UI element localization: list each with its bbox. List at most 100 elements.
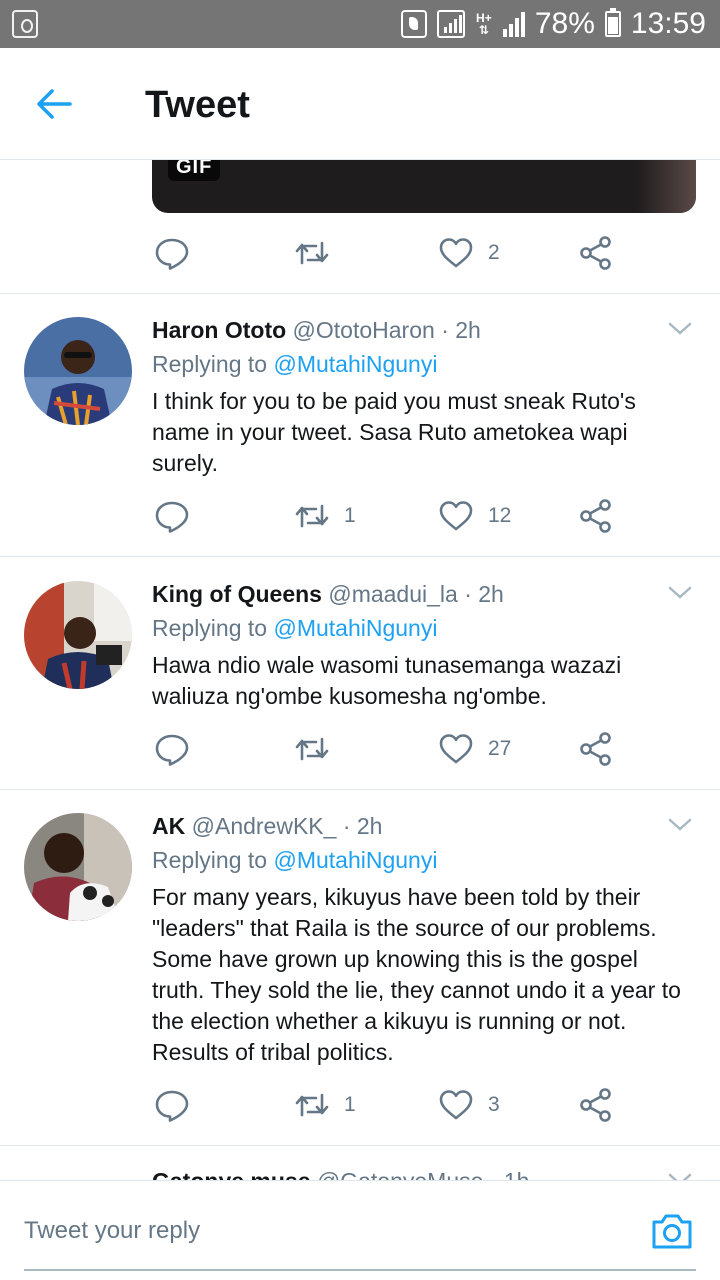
app-header: Tweet bbox=[0, 48, 720, 160]
replying-to-link[interactable]: @MutahiNgunyi bbox=[273, 615, 437, 641]
like-count: 12 bbox=[488, 504, 512, 527]
retweet-icon bbox=[295, 1093, 329, 1117]
recycle-notification-icon bbox=[12, 10, 38, 38]
like-button[interactable]: 27 bbox=[436, 729, 511, 769]
tweet-divider bbox=[0, 1145, 720, 1146]
retweet-button[interactable]: 1 bbox=[292, 1085, 356, 1125]
reply-input[interactable] bbox=[24, 1211, 584, 1251]
network-type-icon: H+ ⇅ bbox=[476, 11, 492, 37]
reply-composer bbox=[0, 1180, 720, 1280]
retweet-button[interactable]: 1 bbox=[292, 496, 356, 536]
tweet-text: Hawa ndio wale wasomi tunasemanga wazazi… bbox=[152, 652, 622, 709]
tweet-actions: 1 3 bbox=[152, 1085, 632, 1125]
tweet-actions: 1 12 bbox=[152, 496, 632, 536]
author-line: King of Queens @maadui_la · 2h bbox=[152, 581, 504, 608]
like-count: 3 bbox=[488, 1093, 500, 1116]
camera-icon bbox=[652, 1214, 692, 1249]
retweet-button[interactable] bbox=[292, 729, 344, 769]
retweet-icon bbox=[295, 241, 329, 265]
avatar[interactable] bbox=[24, 581, 132, 689]
author-handle[interactable]: @AndrewKK_ bbox=[192, 813, 337, 839]
wifi-calling-icon bbox=[400, 10, 427, 38]
back-button[interactable] bbox=[30, 84, 78, 124]
replying-to-label: Replying to bbox=[152, 615, 268, 641]
reply-button[interactable] bbox=[152, 496, 192, 536]
author-handle[interactable]: @maadui_la bbox=[328, 581, 457, 607]
avatar[interactable] bbox=[24, 317, 132, 425]
reply-icon bbox=[155, 734, 189, 766]
replying-to: Replying to @MutahiNgunyi bbox=[152, 615, 437, 642]
author-name[interactable]: Gatonye muse bbox=[152, 1168, 311, 1180]
share-button[interactable] bbox=[576, 1085, 616, 1125]
avatar-image bbox=[24, 317, 132, 425]
share-button[interactable] bbox=[576, 233, 616, 273]
battery-icon bbox=[604, 8, 621, 37]
status-indicators: H+ ⇅ 78% 13:59 bbox=[400, 0, 706, 48]
share-icon bbox=[580, 732, 611, 766]
gif-media[interactable]: GIF bbox=[152, 160, 696, 213]
reply-icon bbox=[155, 238, 189, 270]
chevron-down-icon[interactable] bbox=[668, 1170, 692, 1180]
share-icon bbox=[580, 236, 611, 270]
replying-to-link[interactable]: @MutahiNgunyi bbox=[273, 847, 437, 873]
signal-box-icon bbox=[436, 10, 465, 38]
reply-icon bbox=[155, 501, 189, 533]
network-type-label: H+ bbox=[476, 11, 492, 25]
clock: 13:59 bbox=[630, 7, 706, 40]
author-line: Haron Ototo @OtotoHaron · 2h bbox=[152, 317, 481, 344]
author-name[interactable]: AK bbox=[152, 813, 185, 839]
chevron-down-icon[interactable] bbox=[668, 319, 692, 339]
gif-badge: GIF bbox=[168, 160, 221, 181]
camera-button[interactable] bbox=[650, 1211, 694, 1251]
avatar-image bbox=[24, 581, 132, 689]
tweet-divider bbox=[0, 556, 720, 557]
like-button[interactable]: 2 bbox=[436, 233, 500, 273]
author-name[interactable]: King of Queens bbox=[152, 581, 322, 607]
tweet-time: · 2h bbox=[342, 813, 383, 839]
cell-signal-icon bbox=[502, 11, 525, 37]
replying-to-label: Replying to bbox=[152, 847, 268, 873]
reply-icon bbox=[155, 1090, 189, 1122]
heart-icon bbox=[439, 238, 473, 268]
retweet-count: 1 bbox=[344, 1093, 356, 1116]
replying-to-link[interactable]: @MutahiNgunyi bbox=[273, 351, 437, 377]
like-button[interactable]: 3 bbox=[436, 1085, 500, 1125]
heart-icon bbox=[439, 501, 473, 531]
author-handle[interactable]: @OtotoHaron bbox=[293, 317, 435, 343]
tweet-actions: 2 bbox=[152, 233, 632, 273]
retweet-button[interactable] bbox=[292, 233, 332, 273]
battery-percent: 78% bbox=[534, 7, 595, 40]
reply-feed: GIF 2 Haron Ototo @OtotoHaron · 2h Reply… bbox=[0, 160, 720, 1180]
avatar[interactable] bbox=[24, 813, 132, 921]
author-line: AK @AndrewKK_ · 2h bbox=[152, 813, 382, 840]
tweet-actions: 27 bbox=[152, 729, 632, 769]
replying-to: Replying to @MutahiNgunyi bbox=[152, 847, 437, 874]
tweet-divider bbox=[0, 293, 720, 294]
tweet-time: · 2h bbox=[464, 581, 504, 607]
chevron-down-icon[interactable] bbox=[668, 583, 692, 603]
tweet-text: I think for you to be paid you must snea… bbox=[152, 388, 636, 476]
gif-frame bbox=[636, 160, 696, 213]
author-line: Gatonye muse @GatonyeMuse · 1h bbox=[152, 1168, 529, 1180]
back-arrow-icon bbox=[37, 89, 72, 119]
status-bar: H+ ⇅ 78% 13:59 bbox=[0, 0, 720, 48]
heart-icon bbox=[439, 734, 473, 764]
retweet-icon bbox=[295, 504, 329, 528]
tweet-text: For many years, kikuyus have been told b… bbox=[152, 884, 681, 1065]
share-button[interactable] bbox=[576, 729, 616, 769]
reply-button[interactable] bbox=[152, 729, 192, 769]
tweet-time: · 2h bbox=[441, 317, 481, 343]
retweet-count: 1 bbox=[344, 504, 356, 527]
author-handle[interactable]: @GatonyeMuse bbox=[317, 1168, 484, 1180]
heart-icon bbox=[439, 1090, 473, 1120]
tweet-divider bbox=[0, 789, 720, 790]
like-count: 27 bbox=[488, 737, 512, 760]
chevron-down-icon[interactable] bbox=[668, 815, 692, 835]
like-button[interactable]: 12 bbox=[436, 496, 511, 536]
page-title: Tweet bbox=[145, 84, 250, 126]
replying-to-label: Replying to bbox=[152, 351, 268, 377]
share-button[interactable] bbox=[576, 496, 616, 536]
reply-button[interactable] bbox=[152, 1085, 192, 1125]
reply-button[interactable] bbox=[152, 233, 192, 273]
author-name[interactable]: Haron Ototo bbox=[152, 317, 286, 343]
